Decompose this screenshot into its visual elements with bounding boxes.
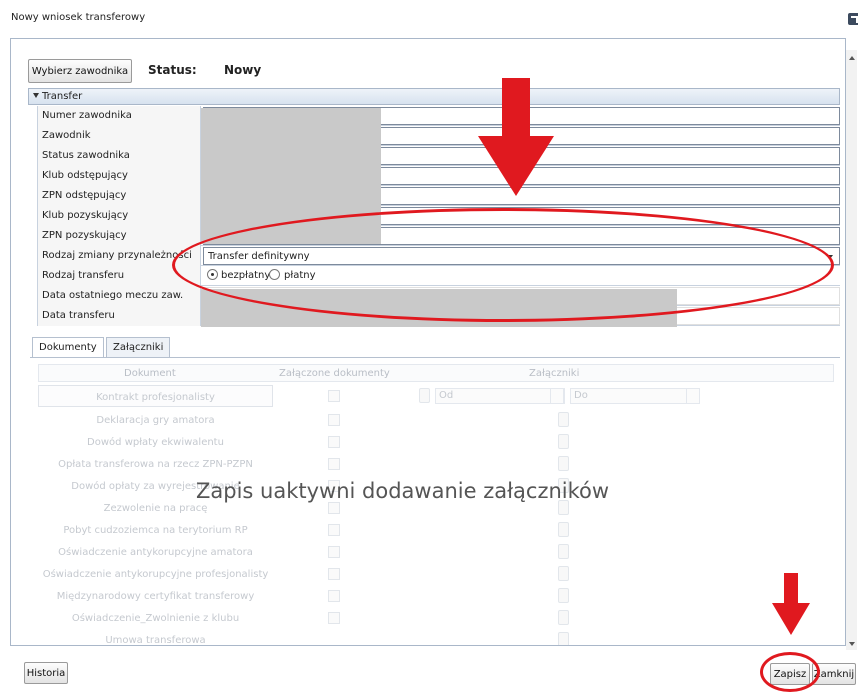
table-row: Dowód wpłaty ekwiwalentu — [38, 431, 834, 453]
attachment-icon — [558, 632, 569, 645]
collapse-triangle-icon[interactable] — [33, 93, 39, 98]
field-label: Zawodnik — [37, 126, 201, 146]
document-name: Umowa transferowa — [105, 635, 206, 645]
attachment-icon — [558, 566, 569, 581]
annotation-arrow-icon — [478, 78, 554, 196]
document-name: Kontrakt profesjonalisty — [38, 385, 273, 407]
attached-checkbox — [328, 524, 340, 536]
attachment-icon — [419, 388, 430, 403]
calendar-icon — [550, 388, 564, 404]
scroll-up-icon[interactable] — [849, 56, 855, 60]
date-from-label: Od — [439, 390, 454, 401]
transfer-group-header[interactable]: Transfer — [28, 88, 840, 105]
form-row-player-number: Numer zawodnika — [37, 106, 840, 126]
table-row: Oświadczenie_Zwolnienie z klubu — [38, 607, 834, 629]
document-name: Pobyt cudzoziemca na terytorium RP — [63, 525, 248, 536]
attached-checkbox — [328, 590, 340, 602]
date-to-field: Do — [570, 388, 700, 404]
form-row-player: Zawodnik — [37, 126, 840, 146]
tab-attachments[interactable]: Załączniki — [106, 337, 170, 357]
attachment-icon — [558, 544, 569, 559]
status-value: Nowy — [224, 63, 262, 77]
attached-checkbox — [328, 436, 340, 448]
table-row: Pobyt cudzoziemca na terytorium RP — [38, 519, 834, 541]
form-row-player-status: Status zawodnika — [37, 146, 840, 166]
attachment-icon — [558, 522, 569, 537]
history-button[interactable]: Historia — [24, 662, 68, 684]
status-label: Status: — [148, 63, 197, 77]
attachment-icon — [558, 412, 569, 427]
field-label: Data transferu — [37, 306, 201, 326]
document-name: Dowód wpłaty ekwiwalentu — [87, 437, 224, 448]
document-name: Oświadczenie antykorupcyjne amatora — [58, 547, 253, 558]
vertical-scrollbar[interactable] — [846, 50, 857, 650]
form-row-releasing-zpn: ZPN odstępujący — [37, 186, 840, 206]
attached-checkbox — [328, 390, 340, 402]
attachment-icon — [558, 456, 569, 471]
attached-checkbox — [328, 502, 340, 514]
document-name: Oświadczenie antykorupcyjne profesjonali… — [42, 569, 269, 580]
document-name: Deklaracja gry amatora — [96, 415, 215, 426]
save-required-message: Zapis uaktywni dodawanie załączników — [196, 479, 610, 503]
table-row: Deklaracja gry amatora — [38, 409, 834, 431]
table-row: Umowa transferowa — [38, 629, 834, 645]
annotation-ellipse — [760, 652, 820, 692]
column-attachments: Załączniki — [529, 368, 580, 379]
attached-checkbox — [328, 568, 340, 580]
window-titlebar: Nowy wniosek transferowy — [0, 0, 858, 32]
document-name: Międzynarodowy certyfikat transferowy — [56, 591, 255, 602]
attachment-icon — [558, 610, 569, 625]
tab-documents[interactable]: Dokumenty — [32, 337, 104, 357]
field-label: ZPN pozyskujący — [37, 226, 201, 246]
attached-checkbox — [328, 612, 340, 624]
calendar-icon — [686, 388, 700, 404]
document-name: Oświadczenie_Zwolnienie z klubu — [71, 613, 240, 624]
attachment-icon — [558, 588, 569, 603]
field-label: Klub odstępujący — [37, 166, 201, 186]
window-exit-icon[interactable] — [848, 13, 858, 25]
table-row: Opłata transferowa na rzecz ZPN-PZPN — [38, 453, 834, 475]
attached-checkbox — [328, 546, 340, 558]
choose-player-button[interactable]: Wybierz zawodnika — [28, 59, 132, 83]
document-name: Opłata transferowa na rzecz ZPN-PZPN — [58, 459, 253, 470]
table-row: Kontrakt profesjonalisty Od Do — [38, 385, 834, 407]
column-attached: Załączone dokumenty — [279, 368, 390, 379]
column-document: Dokument — [124, 368, 176, 379]
attached-checkbox — [328, 414, 340, 426]
annotation-arrow-icon — [772, 573, 810, 635]
field-label: Klub pozyskujący — [37, 206, 201, 226]
attached-checkbox — [328, 458, 340, 470]
field-label: Data ostatniego meczu zaw. — [37, 286, 201, 306]
field-label: Status zawodnika — [37, 146, 201, 166]
annotation-ellipse — [172, 208, 834, 322]
transfer-group-title: Transfer — [42, 91, 83, 102]
table-row: Międzynarodowy certyfikat transferowy — [38, 585, 834, 607]
date-from-field: Od — [435, 388, 565, 404]
documents-grid-header: Dokument Załączone dokumenty Załączniki — [38, 364, 834, 382]
attachment-icon — [558, 434, 569, 449]
field-label: ZPN odstępujący — [37, 186, 201, 206]
date-to-label: Do — [574, 390, 588, 401]
field-label: Numer zawodnika — [37, 106, 201, 126]
form-row-releasing-club: Klub odstępujący — [37, 166, 840, 186]
scroll-down-icon[interactable] — [849, 642, 855, 646]
table-row: Oświadczenie antykorupcyjne amatora — [38, 541, 834, 563]
table-row: Oświadczenie antykorupcyjne profesjonali… — [38, 563, 834, 585]
window-title: Nowy wniosek transferowy — [11, 12, 146, 23]
